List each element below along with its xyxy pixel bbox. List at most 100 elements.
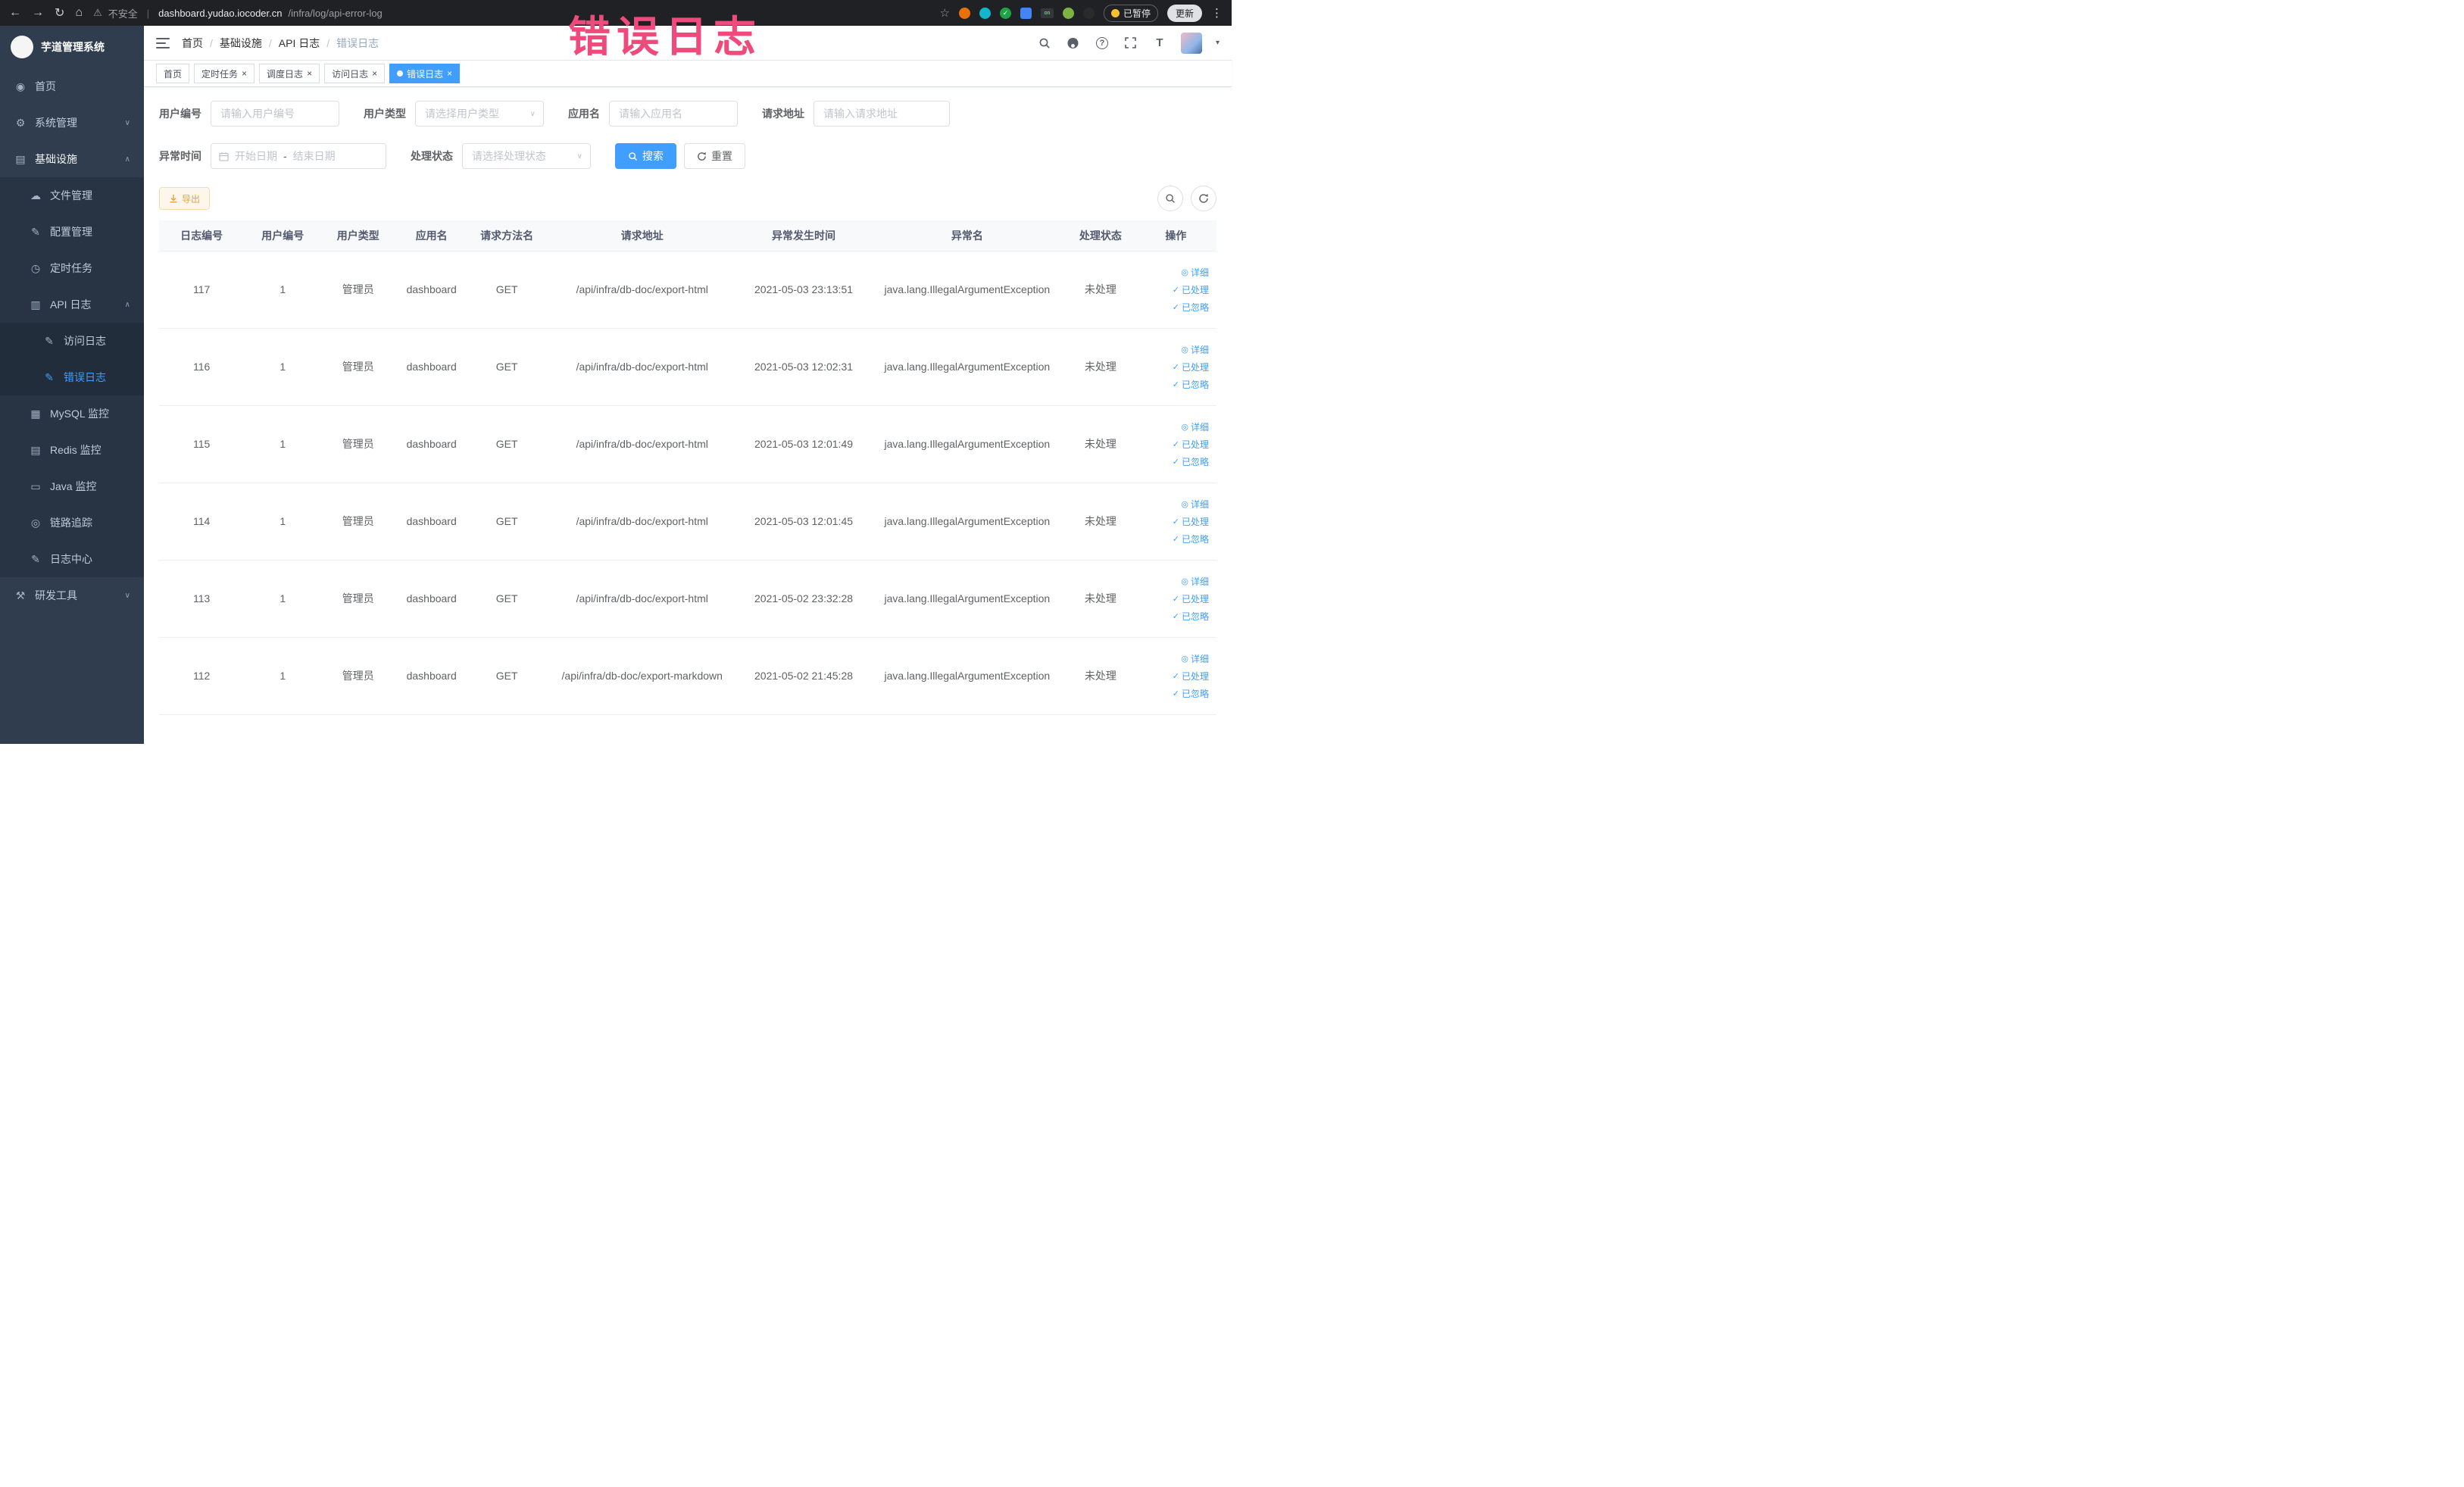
date-separator: - [283, 150, 287, 162]
sidebar-item-dev-tools[interactable]: ⚒ 研发工具 ∨ [0, 577, 144, 614]
tab-close-icon[interactable]: × [447, 69, 452, 78]
sidebar-item-java-monitor[interactable]: ▭ Java 监控 [0, 468, 144, 505]
check-icon: ✓ [1172, 302, 1179, 312]
extension-icon-4[interactable] [1020, 7, 1032, 19]
ignored-link[interactable]: ✓ 已忽略 [1173, 301, 1209, 314]
processed-link[interactable]: ✓ 已处理 [1173, 438, 1209, 451]
tab[interactable]: 访问日志 × [324, 64, 386, 83]
reload-icon[interactable]: ↻ [55, 5, 64, 20]
sidebar-item-cron-jobs[interactable]: ◷ 定时任务 [0, 250, 144, 286]
toggle-search-button[interactable] [1157, 186, 1183, 211]
infrastructure-icon: ▤ [15, 152, 26, 165]
reset-button-label: 重置 [711, 150, 732, 162]
app-name-input[interactable] [609, 101, 738, 127]
sidebar-item-log-center[interactable]: ✎ 日志中心 [0, 541, 144, 577]
process-status-select[interactable]: 请选择处理状态 ∨ [462, 143, 591, 169]
extension-icon-2[interactable] [979, 7, 991, 19]
user-id-input[interactable] [211, 101, 339, 127]
menu-label: 系统管理 [35, 117, 77, 129]
cell-method: GET [468, 483, 546, 561]
sidebar-item-error-log[interactable]: ✎ 错误日志 [0, 359, 144, 395]
search-icon[interactable] [1037, 36, 1052, 51]
processed-link[interactable]: ✓ 已处理 [1173, 515, 1209, 528]
help-icon[interactable]: ? [1095, 36, 1110, 51]
back-icon[interactable]: ← [9, 6, 21, 20]
view-icon: ◎ [1181, 422, 1188, 432]
processed-link[interactable]: ✓ 已处理 [1173, 592, 1209, 605]
fullscreen-icon[interactable] [1123, 36, 1138, 51]
font-size-icon[interactable]: T [1152, 36, 1167, 51]
sidebar-item-api-logs[interactable]: ▥ API 日志 ∧ [0, 286, 144, 323]
refresh-table-button[interactable] [1191, 186, 1216, 211]
ignored-link[interactable]: ✓ 已忽略 [1173, 533, 1209, 545]
extension-icon-3[interactable]: ✓ [999, 7, 1011, 19]
detail-link[interactable]: ◎ 详细 [1181, 420, 1209, 433]
breadcrumb-home[interactable]: 首页 [182, 36, 203, 51]
sidebar-item-file-management[interactable]: ☁ 文件管理 [0, 177, 144, 214]
sidebar-item-config-management[interactable]: ✎ 配置管理 [0, 214, 144, 250]
breadcrumb-infrastructure[interactable]: 基础设施 [220, 36, 262, 51]
forward-icon[interactable]: → [32, 6, 44, 20]
cell-request-url: /api/infra/db-doc/export-markdown [545, 637, 739, 715]
browser-menu-icon[interactable]: ⋮ [1211, 6, 1223, 20]
cell-request-url: /api/infra/db-doc/export-html [545, 328, 739, 406]
sidebar-toggle[interactable] [156, 37, 170, 48]
sidebar-item-system-management[interactable]: ⚙ 系统管理 ∨ [0, 105, 144, 141]
detail-link[interactable]: ◎ 详细 [1181, 498, 1209, 511]
extension-icon-5[interactable]: on [1040, 8, 1054, 18]
sidebar-item-home[interactable]: ◉ 首页 [0, 68, 144, 105]
ignored-link[interactable]: ✓ 已忽略 [1173, 455, 1209, 468]
processed-link[interactable]: ✓ 已处理 [1173, 361, 1209, 373]
tab[interactable]: 定时任务 × [194, 64, 255, 83]
extension-icon-7[interactable] [1082, 7, 1095, 19]
column-header: 应用名 [395, 220, 469, 251]
chevron-down-icon[interactable]: ▾ [1216, 39, 1220, 47]
address-bar[interactable]: ⚠ 不安全 | dashboard.yudao.iocoder.cn/infra… [93, 6, 383, 20]
detail-link-label: 详细 [1190, 344, 1209, 355]
sidebar-item-trace[interactable]: ◎ 链路追踪 [0, 505, 144, 541]
app-logo[interactable]: 芋道管理系统 [0, 26, 144, 68]
tab[interactable]: 调度日志 × [259, 64, 320, 83]
update-button[interactable]: 更新 [1166, 4, 1202, 22]
sidebar-item-infrastructure[interactable]: ▤ 基础设施 ∧ [0, 141, 144, 177]
detail-link[interactable]: ◎ 详细 [1181, 652, 1209, 665]
ignored-link[interactable]: ✓ 已忽略 [1173, 687, 1209, 700]
tab[interactable]: 首页 × [156, 64, 190, 83]
mysql-icon: ▦ [30, 407, 41, 420]
cell-request-url: /api/infra/db-doc/export-html [545, 560, 739, 638]
start-date-placeholder: 开始日期 [235, 150, 277, 162]
cell-exception-name: java.lang.IllegalArgumentException [868, 483, 1066, 561]
date-range-picker[interactable]: 开始日期 - 结束日期 [211, 143, 386, 169]
gear-icon: ⚙ [15, 116, 26, 129]
bookmark-star-icon[interactable]: ☆ [940, 6, 950, 20]
home-icon[interactable]: ⌂ [75, 6, 83, 20]
processed-link[interactable]: ✓ 已处理 [1173, 283, 1209, 296]
ignored-link[interactable]: ✓ 已忽略 [1173, 378, 1209, 391]
paused-badge[interactable]: 已暂停 [1103, 4, 1158, 22]
export-button[interactable]: 导出 [159, 187, 211, 210]
export-button-label: 导出 [182, 193, 201, 205]
ignored-link[interactable]: ✓ 已忽略 [1173, 610, 1209, 623]
processed-link[interactable]: ✓ 已处理 [1173, 670, 1209, 683]
reset-button[interactable]: 重置 [684, 143, 745, 169]
sidebar-item-redis-monitor[interactable]: ▤ Redis 监控 [0, 432, 144, 468]
ignored-link-label: 已忽略 [1181, 456, 1209, 467]
extension-icon-6[interactable] [1062, 7, 1074, 19]
breadcrumb-api-logs[interactable]: API 日志 [279, 36, 320, 51]
sidebar-item-mysql-monitor[interactable]: ▦ MySQL 监控 [0, 395, 144, 432]
avatar[interactable] [1180, 32, 1202, 54]
tab-close-icon[interactable]: × [242, 69, 247, 78]
user-type-select[interactable]: 请选择用户类型 ∨ [415, 101, 544, 127]
tab[interactable]: 错误日志 × [389, 64, 461, 83]
detail-link[interactable]: ◎ 详细 [1181, 575, 1209, 588]
detail-link[interactable]: ◎ 详细 [1181, 343, 1209, 356]
tab-close-icon[interactable]: × [307, 69, 312, 78]
extension-icon-1[interactable] [958, 7, 970, 19]
sidebar-item-access-log[interactable]: ✎ 访问日志 [0, 323, 144, 359]
search-button[interactable]: 搜索 [615, 143, 676, 169]
request-url-input[interactable] [814, 101, 950, 127]
github-icon[interactable] [1066, 36, 1081, 51]
tab-close-icon[interactable]: × [372, 69, 377, 78]
detail-link[interactable]: ◎ 详细 [1181, 266, 1209, 279]
search-icon [1166, 194, 1175, 203]
